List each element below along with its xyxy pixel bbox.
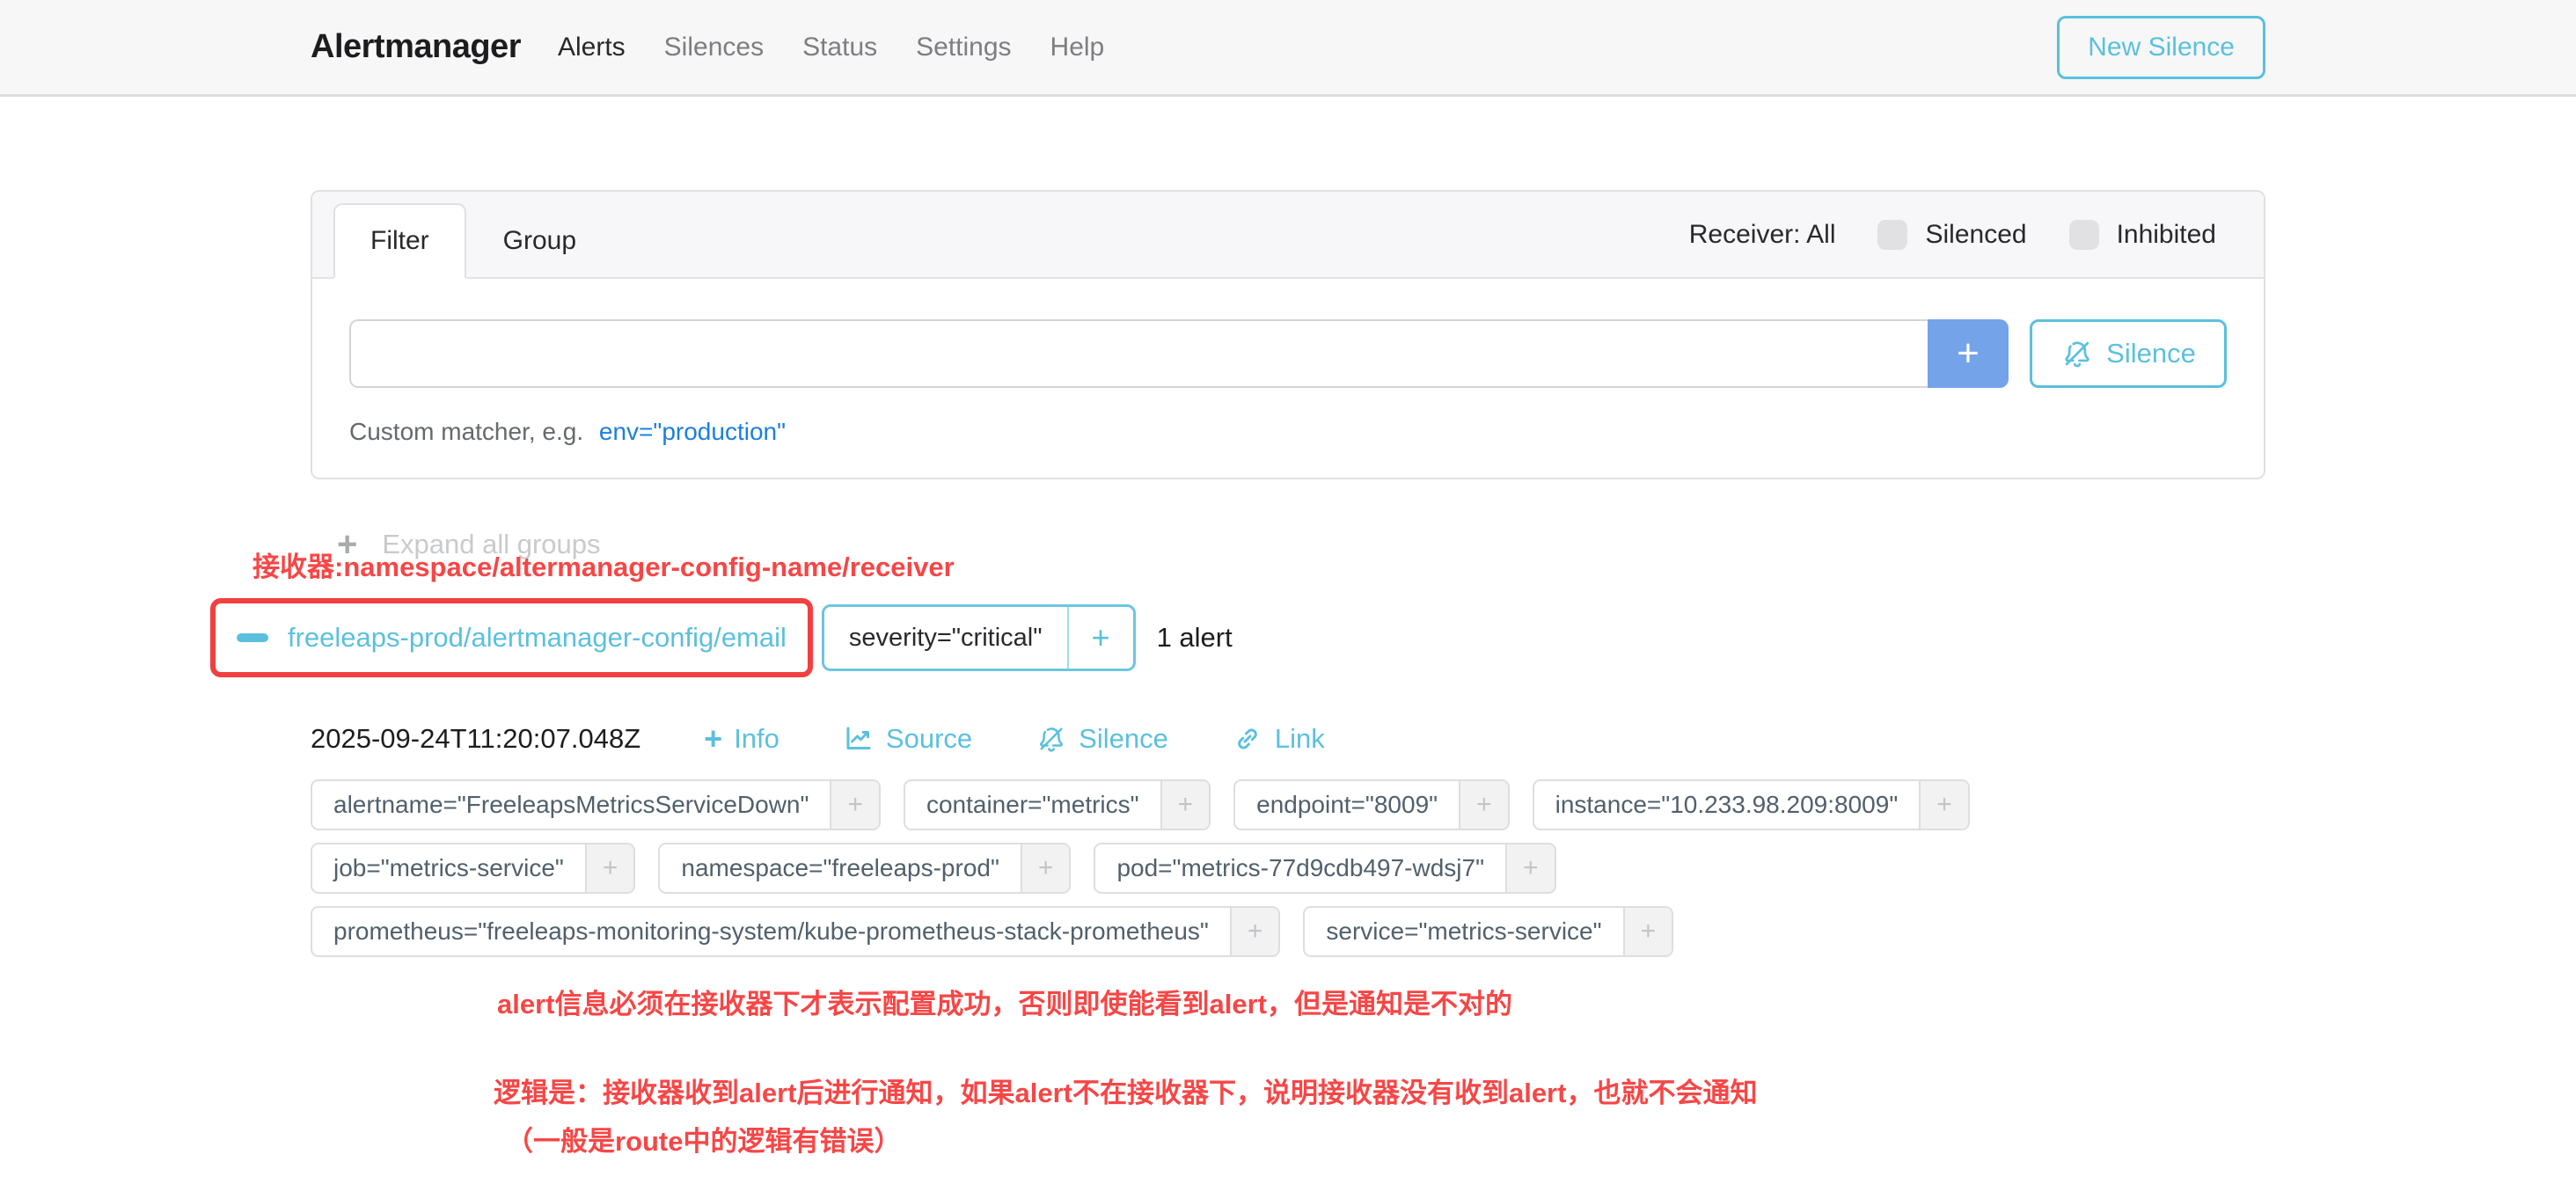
annotation-alert-note: alert信息必须在接收器下才表示配置成功，否则即使能看到alert，但是通知是… xyxy=(497,982,1512,1021)
add-filter-plus-icon[interactable]: + xyxy=(1459,781,1508,829)
alert-label-pill: prometheus="freeleaps-monitoring-system/… xyxy=(311,906,1280,957)
alert-action-info[interactable]: + Info xyxy=(704,723,779,755)
alert-detail: 2025-09-24T11:20:07.048Z + Info Source xyxy=(311,723,2265,969)
custom-matcher-hint: Custom matcher, e.g. env="production" xyxy=(349,418,2227,446)
silence-filter-button[interactable]: Silence xyxy=(2030,319,2227,388)
alert-label-text: namespace="freeleaps-prod" xyxy=(660,844,1021,892)
hint-prefix: Custom matcher, e.g. xyxy=(349,418,583,445)
group-matcher-text: severity="critical" xyxy=(824,607,1067,669)
alert-label-text: pod="metrics-77d9cdb497-wdsj7" xyxy=(1095,844,1505,892)
alert-label-pill: container="metrics" + xyxy=(904,779,1211,830)
annotation-logic-note-line2: （一般是route中的逻辑有错误） xyxy=(506,1119,902,1158)
bell-slash-icon xyxy=(1036,723,1067,755)
annotation-logic-note-line1: 逻辑是：接收器收到alert后进行通知，如果alert不在接收器下，说明接收器没… xyxy=(494,1071,1757,1110)
link-icon xyxy=(1232,723,1263,755)
alert-action-silence[interactable]: Silence xyxy=(1036,723,1168,755)
alert-label-text: instance="10.233.98.209:8009" xyxy=(1534,781,1920,829)
alert-action-link[interactable]: Link xyxy=(1232,723,1325,755)
add-filter-plus-icon[interactable]: + xyxy=(1505,844,1555,892)
alert-label-pill: endpoint="8009" + xyxy=(1233,779,1509,830)
group-alert-count: 1 alert xyxy=(1157,622,1233,654)
alert-label-text: service="metrics-service" xyxy=(1305,908,1622,955)
add-filter-plus-icon[interactable]: + xyxy=(1919,781,1968,829)
add-matcher-button[interactable]: + xyxy=(1928,319,2009,388)
filter-card: Filter Group Receiver: All Silenced Inhi… xyxy=(311,190,2265,479)
annotation-receiver-note: 接收器:namespace/altermanager-config-name/r… xyxy=(252,544,955,584)
add-filter-plus-icon[interactable]: + xyxy=(1160,781,1210,829)
silenced-checkbox-item[interactable]: Silenced xyxy=(1877,220,2026,250)
app-brand[interactable]: Alertmanager xyxy=(311,28,521,66)
inhibited-checkbox[interactable] xyxy=(2069,220,2099,250)
nav-item-help[interactable]: Help xyxy=(1050,33,1105,62)
add-filter-plus-icon[interactable]: + xyxy=(830,781,879,829)
alert-group-row: freeleaps-prod/alertmanager-config/email… xyxy=(210,598,2265,677)
alert-action-source[interactable]: Source xyxy=(843,723,972,755)
group-receiver-link[interactable]: freeleaps-prod/alertmanager-config/email xyxy=(288,622,787,654)
alert-label-text: prometheus="freeleaps-monitoring-system/… xyxy=(312,908,1230,955)
alert-action-silence-label: Silence xyxy=(1079,723,1168,755)
alert-label-pill: namespace="freeleaps-prod" + xyxy=(658,843,1071,894)
silenced-checkbox[interactable] xyxy=(1877,220,1907,250)
filter-card-header: Filter Group Receiver: All Silenced Inhi… xyxy=(312,192,2264,279)
bell-slash-icon xyxy=(2060,337,2094,370)
tab-filter[interactable]: Filter xyxy=(333,203,466,279)
new-silence-button[interactable]: New Silence xyxy=(2057,16,2265,79)
alert-action-link-label: Link xyxy=(1275,723,1325,755)
alert-label-text: job="metrics-service" xyxy=(312,844,585,892)
alert-label-text: container="metrics" xyxy=(905,781,1160,829)
alert-label-pill: pod="metrics-77d9cdb497-wdsj7" + xyxy=(1094,843,1555,894)
matcher-input-group: + xyxy=(349,319,2009,388)
alert-label-text: alertname="FreeleapsMetricsServiceDown" xyxy=(312,781,830,829)
group-matcher-add-button[interactable]: + xyxy=(1067,607,1133,669)
chart-line-icon xyxy=(843,723,875,755)
annotation-red-box: freeleaps-prod/alertmanager-config/email xyxy=(210,598,813,677)
add-filter-plus-icon[interactable]: + xyxy=(1623,908,1672,955)
nav-item-status[interactable]: Status xyxy=(802,33,877,62)
alert-labels: alertname="FreeleapsMetricsServiceDown" … xyxy=(311,779,2265,969)
alert-timestamp: 2025-09-24T11:20:07.048Z xyxy=(311,723,640,755)
alert-label-pill: job="metrics-service" + xyxy=(311,843,635,894)
filter-card-body: + Silence Custom matcher, e.g. env="prod… xyxy=(312,279,2264,478)
alert-label-pill: instance="10.233.98.209:8009" + xyxy=(1533,779,1970,830)
silenced-checkbox-label: Silenced xyxy=(1925,220,2026,250)
add-filter-plus-icon[interactable]: + xyxy=(1230,908,1279,955)
alert-label-text: endpoint="8009" xyxy=(1235,781,1459,829)
add-filter-plus-icon[interactable]: + xyxy=(585,844,634,892)
add-filter-plus-icon[interactable]: + xyxy=(1021,844,1070,892)
alert-action-source-label: Source xyxy=(886,723,972,755)
navbar: Alertmanager Alerts Silences Status Sett… xyxy=(0,0,2576,97)
silence-filter-button-label: Silence xyxy=(2106,338,2196,369)
inhibited-checkbox-item[interactable]: Inhibited xyxy=(2069,220,2216,250)
alert-action-info-label: Info xyxy=(734,723,779,755)
hint-example-link[interactable]: env="production" xyxy=(599,418,786,445)
nav-item-silences[interactable]: Silences xyxy=(664,33,764,62)
collapse-minus-icon xyxy=(237,633,268,642)
nav-item-alerts[interactable]: Alerts xyxy=(558,33,626,62)
alert-label-pill: alertname="FreeleapsMetricsServiceDown" … xyxy=(311,779,881,830)
nav-item-settings[interactable]: Settings xyxy=(916,33,1011,62)
inhibited-checkbox-label: Inhibited xyxy=(2117,220,2216,250)
info-plus-icon: + xyxy=(704,723,722,755)
group-matcher-chip: severity="critical" + xyxy=(822,604,1136,671)
matcher-input[interactable] xyxy=(349,319,1928,388)
alert-label-pill: service="metrics-service" + xyxy=(1303,906,1673,957)
receiver-dropdown[interactable]: Receiver: All xyxy=(1689,220,1836,250)
tab-group[interactable]: Group xyxy=(466,203,613,279)
